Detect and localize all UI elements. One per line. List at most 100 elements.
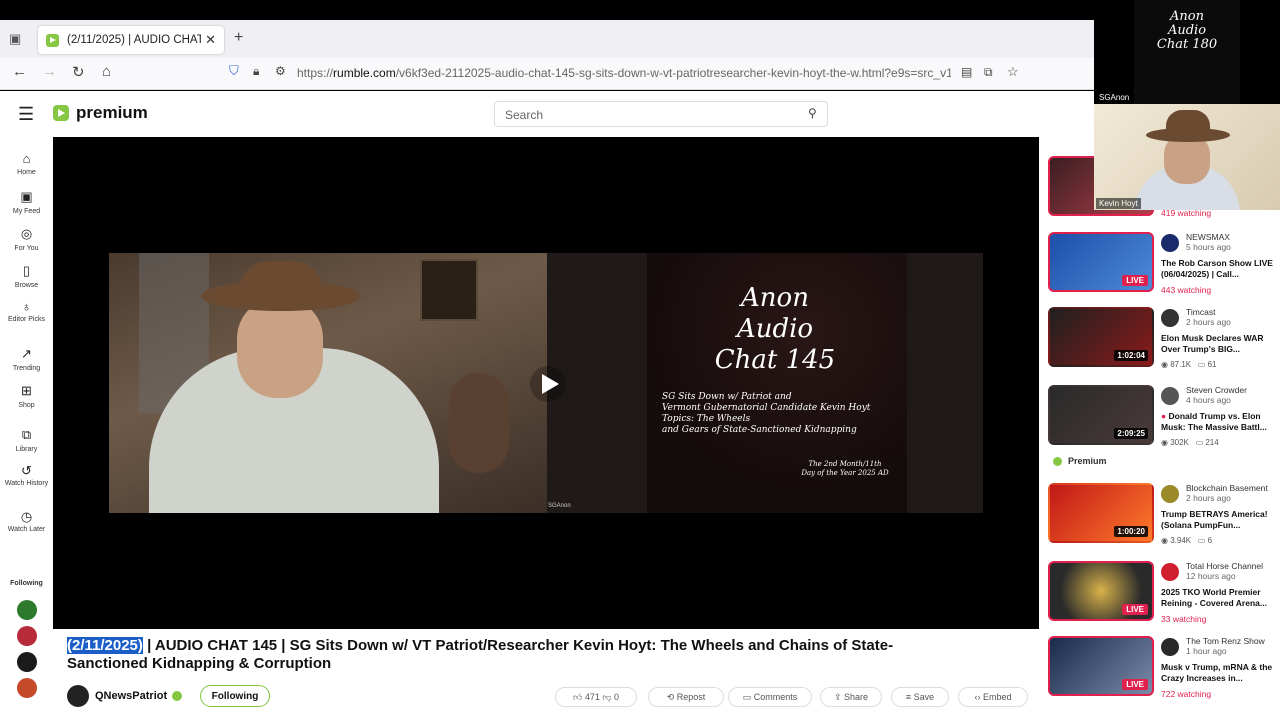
person-face	[237, 298, 323, 398]
video-title[interactable]: Musk v Trump, mRNA & the Crazy Increases…	[1161, 662, 1273, 684]
sidebar-item-library[interactable]: ⧉ Library	[0, 427, 53, 453]
sidebar-item-watch-later[interactable]: ◷ Watch Later	[0, 510, 53, 534]
selected-text[interactable]: (2/11/2025)	[67, 637, 143, 654]
lock-icon[interactable]: 🔒︎	[253, 64, 259, 79]
channel-name[interactable]: Blockchain Basement	[1186, 483, 1268, 493]
rumble-favicon-icon	[46, 33, 59, 47]
shield-icon[interactable]: ⛉	[229, 63, 239, 79]
duration-badge: 2:09:25	[1114, 428, 1148, 439]
sidebar-item-editor-picks[interactable]: ♁ Editor Picks	[0, 300, 53, 324]
following-channel-avatar[interactable]	[17, 626, 37, 646]
video-panel-dark	[907, 253, 983, 513]
channel-avatar[interactable]	[1161, 387, 1179, 405]
video-title[interactable]: Trump BETRAYS America! (Solana PumpFun..…	[1161, 509, 1273, 531]
video-thumbnail[interactable]: LIVE	[1048, 636, 1154, 696]
new-tab-button[interactable]: +	[234, 29, 243, 47]
video-thumbnail[interactable]: 1:02:04	[1048, 307, 1154, 367]
video-thumbnail[interactable]: 2:09:25	[1048, 385, 1154, 445]
sidebar-item-browse[interactable]: ▯ Browse	[0, 263, 53, 289]
tab-title: (2/11/2025) | AUDIO CHAT 145	[67, 34, 202, 46]
channel-name[interactable]: Timcast	[1186, 307, 1215, 317]
thumbs-up-icon[interactable]: 👍︎	[573, 692, 585, 702]
following-channel-avatar[interactable]	[17, 652, 37, 672]
video-stats: ◉ 3.94K ▭ 6	[1161, 536, 1213, 545]
video-title[interactable]: 2025 TKO World Premier Reining - Covered…	[1161, 587, 1273, 609]
channel-name[interactable]: QNewsPatriot	[95, 690, 167, 702]
channel-info[interactable]: QNewsPatriot	[67, 685, 183, 707]
screenshot-icon[interactable]: ⧉	[984, 65, 993, 80]
comment-icon: ▭	[742, 692, 754, 702]
home-icon[interactable]: ⌂	[102, 63, 111, 80]
title-card-date: The 2nd Month/11th Day of the Year 2025 …	[801, 460, 889, 477]
video-title[interactable]: ● Donald Trump vs. Elon Musk: The Massiv…	[1161, 411, 1273, 433]
channel-avatar[interactable]	[1161, 485, 1179, 503]
rumble-logo[interactable]: premium	[53, 103, 148, 123]
title-card-subtitle: SG Sits Down w/ Patriot and Vermont Gube…	[662, 392, 871, 435]
following-button[interactable]: Following	[200, 685, 270, 707]
video-thumbnail[interactable]: LIVE	[1048, 561, 1154, 621]
search-icon[interactable]: ⚲	[808, 106, 817, 120]
watching-count: 33 watching	[1161, 614, 1207, 624]
video-title[interactable]: Elon Musk Declares WAR Over Trump's BIG.…	[1161, 333, 1273, 355]
channel-name[interactable]: The Tom Renz Show	[1186, 636, 1265, 646]
share-button[interactable]: ⇪ Share	[820, 687, 882, 707]
upload-time: 2 hours ago	[1186, 317, 1231, 327]
browser-tab-active[interactable]: (2/11/2025) | AUDIO CHAT 145 ✕	[38, 26, 224, 54]
video-thumbnail[interactable]: LIVE	[1048, 232, 1154, 292]
channel-avatar[interactable]	[1161, 234, 1179, 252]
following-channel-avatar[interactable]	[17, 678, 37, 698]
comments-button[interactable]: ▭ Comments	[728, 687, 812, 707]
embed-button[interactable]: ‹› Embed	[958, 687, 1028, 707]
following-channel-avatar[interactable]	[17, 600, 37, 620]
reload-icon[interactable]: ↻	[72, 63, 85, 81]
channel-name[interactable]: Steven Crowder	[1186, 385, 1247, 395]
mounted-deer	[449, 373, 509, 473]
wall-poster	[420, 259, 478, 321]
repost-button[interactable]: ⟲ Repost	[648, 687, 724, 707]
hamburger-menu-icon[interactable]: ☰	[18, 104, 34, 125]
back-arrow-icon[interactable]: ←	[12, 63, 27, 80]
channel-avatar[interactable]	[67, 685, 89, 707]
channel-name[interactable]: Total Horse Channel	[1186, 561, 1263, 571]
search-placeholder: Search	[505, 108, 544, 122]
cowboy-hat-crown	[1166, 110, 1210, 134]
save-button[interactable]: ≡ Save	[891, 687, 949, 707]
sidebar-item-my-feed[interactable]: ▣ My Feed	[0, 189, 53, 215]
sidebar-item-shop[interactable]: ⊞ Shop	[0, 383, 53, 409]
address-bar[interactable]: https://rumble.com/v6kf3ed-2112025-audio…	[297, 66, 951, 80]
channel-avatar[interactable]	[1161, 309, 1179, 327]
stream-overlay-webcam: Kevin Hoyt	[1094, 104, 1280, 210]
video-thumbnail[interactable]: 1:00:20	[1048, 483, 1154, 543]
reader-view-icon[interactable]: ▤	[961, 65, 972, 79]
like-dislike-group[interactable]: 👍︎ 471 👎︎ 0	[555, 687, 637, 707]
search-input[interactable]: Search	[494, 101, 828, 127]
video-webcam-scene	[109, 253, 547, 513]
overlay-label: Kevin Hoyt	[1096, 198, 1141, 209]
bookmark-star-icon[interactable]: ☆	[1007, 64, 1019, 80]
permissions-icon[interactable]: ⚙︎	[275, 64, 286, 78]
sidebar-item-for-you[interactable]: ◎ For You	[0, 226, 53, 252]
play-button-icon[interactable]	[529, 365, 567, 403]
duration-badge: 1:02:04	[1114, 350, 1148, 361]
following-heading: Following	[10, 580, 43, 587]
upload-time: 5 hours ago	[1186, 242, 1231, 252]
tab-close-icon[interactable]: ✕	[205, 32, 216, 48]
sidebar-item-watch-history[interactable]: ↺ Watch History	[0, 464, 53, 488]
eye-icon: ◉	[1161, 360, 1171, 369]
video-title[interactable]: The Rob Carson Show LIVE (06/04/2025) | …	[1161, 258, 1273, 280]
tab-overview-icon[interactable]: ▣	[9, 31, 21, 47]
sidebar-item-trending[interactable]: ↗ Trending	[0, 346, 53, 372]
video-watermark: SGAnon	[548, 503, 571, 509]
thumbs-down-icon[interactable]: 👎︎	[600, 692, 614, 702]
left-sidebar: ⌂ Home ▣ My Feed ◎ For You ▯ Browse ♁ Editor …	[0, 137, 53, 720]
shop-icon: ⊞	[21, 383, 32, 398]
forward-arrow-icon[interactable]: →	[42, 63, 57, 80]
channel-avatar[interactable]	[1161, 638, 1179, 656]
channel-avatar[interactable]	[1161, 563, 1179, 581]
sidebar-item-home[interactable]: ⌂ Home	[0, 151, 53, 176]
premium-label: Premium	[1053, 456, 1107, 466]
channel-name[interactable]: NEWSMAX	[1186, 232, 1230, 242]
home-icon: ⌂	[22, 151, 31, 166]
share-icon: ⇪	[833, 692, 844, 702]
video-stats: ◉ 302K ▭ 214	[1161, 438, 1219, 447]
